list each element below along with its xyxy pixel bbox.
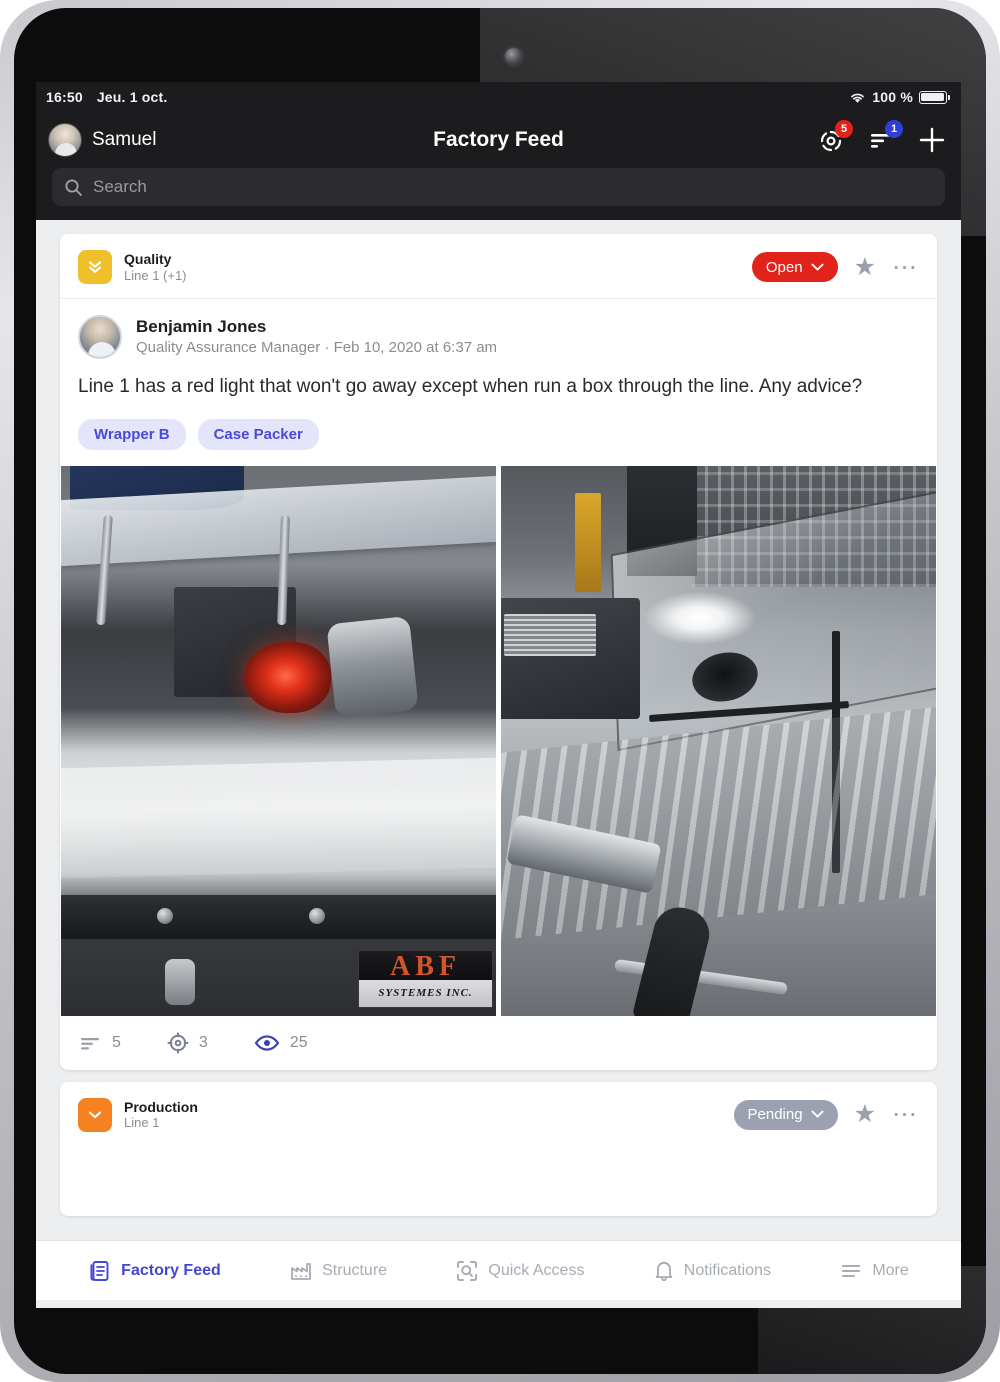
post-tags: Wrapper B Case Packer: [60, 405, 937, 466]
search-input[interactable]: [93, 177, 933, 197]
search-icon: [64, 178, 83, 197]
favorite-star-icon[interactable]: ★: [854, 1102, 876, 1127]
status-badge[interactable]: Open: [751, 252, 838, 282]
filter-button[interactable]: 1: [867, 120, 903, 155]
battery-icon: [919, 90, 950, 104]
more-options-icon[interactable]: ⋯: [892, 254, 919, 280]
chevron-down-icon: [811, 263, 824, 271]
stat-views-value: 25: [289, 1033, 308, 1051]
post-header: Quality Line 1 (+1) Open ★ ⋯: [60, 234, 937, 299]
target-icon: [167, 1031, 189, 1054]
factory-icon: [289, 1259, 313, 1283]
battery-percent: 100 %: [872, 89, 913, 105]
favorite-star-icon[interactable]: ★: [854, 254, 876, 280]
tab-label: Quick Access: [488, 1261, 585, 1279]
device-screen: 16:50 Jeu. 1 oct. 100 % Samuel Factory F…: [36, 82, 961, 1308]
status-badge-label: Open: [765, 258, 803, 276]
status-bar-date: Jeu. 1 oct.: [96, 89, 168, 105]
author-role-and-time: Quality Assurance Manager · Feb 10, 2020…: [136, 339, 498, 357]
feed-post-card[interactable]: Quality Line 1 (+1) Open ★ ⋯ Benjamin Jo…: [60, 234, 937, 1070]
tab-structure[interactable]: Structure: [289, 1259, 387, 1283]
more-options-icon[interactable]: ⋯: [892, 1102, 919, 1127]
avatar[interactable]: [48, 123, 82, 157]
feed-document-icon: [88, 1259, 112, 1283]
post-category: Production: [124, 1098, 198, 1115]
bottom-tab-bar: Factory Feed Structure Quick Access Noti…: [36, 1240, 961, 1300]
filter-badge: 1: [885, 120, 903, 138]
tab-factory-feed[interactable]: Factory Feed: [88, 1259, 221, 1283]
post-category: Quality: [124, 251, 172, 268]
post-photo-right[interactable]: [501, 465, 936, 1016]
search-bar[interactable]: [52, 168, 945, 206]
tab-quick-access[interactable]: Quick Access: [455, 1259, 584, 1283]
status-bar-time: 16:50: [46, 89, 83, 105]
post-location: Line 1 (+1): [124, 267, 187, 283]
post-photo-left[interactable]: ABF SYSTEMES INC.: [61, 465, 496, 1016]
search-bar-container: [36, 168, 961, 220]
add-button[interactable]: [917, 125, 947, 155]
bell-icon: [653, 1259, 675, 1283]
red-indicator-light: [243, 641, 331, 714]
category-icon-production[interactable]: [78, 1097, 112, 1132]
front-camera-icon: [505, 48, 522, 65]
tab-more[interactable]: More: [839, 1261, 909, 1281]
brand-subtitle: SYSTEMES INC.: [378, 986, 473, 999]
status-bar: 16:50 Jeu. 1 oct. 100 %: [36, 82, 961, 112]
chevron-down-icon: [811, 1110, 824, 1118]
brand-name: ABF: [390, 950, 461, 982]
category-icon-quality[interactable]: [78, 250, 112, 284]
tablet-device: 16:50 Jeu. 1 oct. 100 % Samuel Factory F…: [0, 0, 1000, 1382]
post-stats: 5 3 25: [60, 1016, 937, 1070]
app-header: Samuel Factory Feed 5 1: [36, 112, 961, 168]
stat-tasks[interactable]: 3: [167, 1031, 208, 1054]
double-chevron-down-icon: [88, 261, 102, 273]
tab-notifications[interactable]: Notifications: [653, 1259, 771, 1283]
avatar[interactable]: [78, 315, 122, 359]
tab-label: Factory Feed: [121, 1261, 221, 1279]
chevron-down-icon: [88, 1111, 102, 1118]
stat-comments-value: 5: [112, 1033, 121, 1051]
status-badge-label: Pending: [747, 1106, 803, 1124]
machine-brand-plate: ABF SYSTEMES INC.: [358, 949, 493, 1008]
stat-tasks-value: 3: [198, 1033, 208, 1051]
author-name: Benjamin Jones: [136, 317, 267, 337]
header-user-name: Samuel: [92, 129, 157, 150]
post-photos: ABF SYSTEMES INC.: [60, 465, 937, 1016]
post-author: Benjamin Jones Quality Assurance Manager…: [60, 299, 937, 363]
header-user[interactable]: Samuel: [48, 123, 156, 157]
notifications-badge: 5: [835, 120, 853, 138]
post-header: Production Line 1 Pending ★ ⋯: [60, 1082, 937, 1146]
tab-label: Notifications: [683, 1261, 771, 1279]
stat-comments[interactable]: 5: [80, 1034, 121, 1052]
tag-chip[interactable]: Wrapper B: [78, 418, 186, 450]
scan-search-icon: [455, 1259, 479, 1283]
hamburger-icon: [839, 1261, 863, 1281]
status-badge[interactable]: Pending: [733, 1099, 838, 1130]
stat-views[interactable]: 25: [254, 1034, 308, 1052]
post-body-text: Line 1 has a red light that won't go awa…: [78, 376, 863, 397]
tab-label: More: [872, 1261, 909, 1279]
wifi-icon: [849, 91, 866, 104]
notifications-button[interactable]: 5: [817, 120, 853, 155]
plus-icon: [917, 125, 947, 155]
eye-icon: [254, 1034, 280, 1052]
factory-feed-list[interactable]: Quality Line 1 (+1) Open ★ ⋯ Benjamin Jo…: [36, 220, 961, 1300]
tag-chip[interactable]: Case Packer: [197, 418, 319, 450]
tab-label: Structure: [322, 1261, 388, 1279]
comment-lines-icon: [80, 1034, 102, 1052]
post-location: Line 1: [124, 1115, 160, 1131]
feed-post-card[interactable]: Production Line 1 Pending ★ ⋯: [60, 1081, 937, 1216]
